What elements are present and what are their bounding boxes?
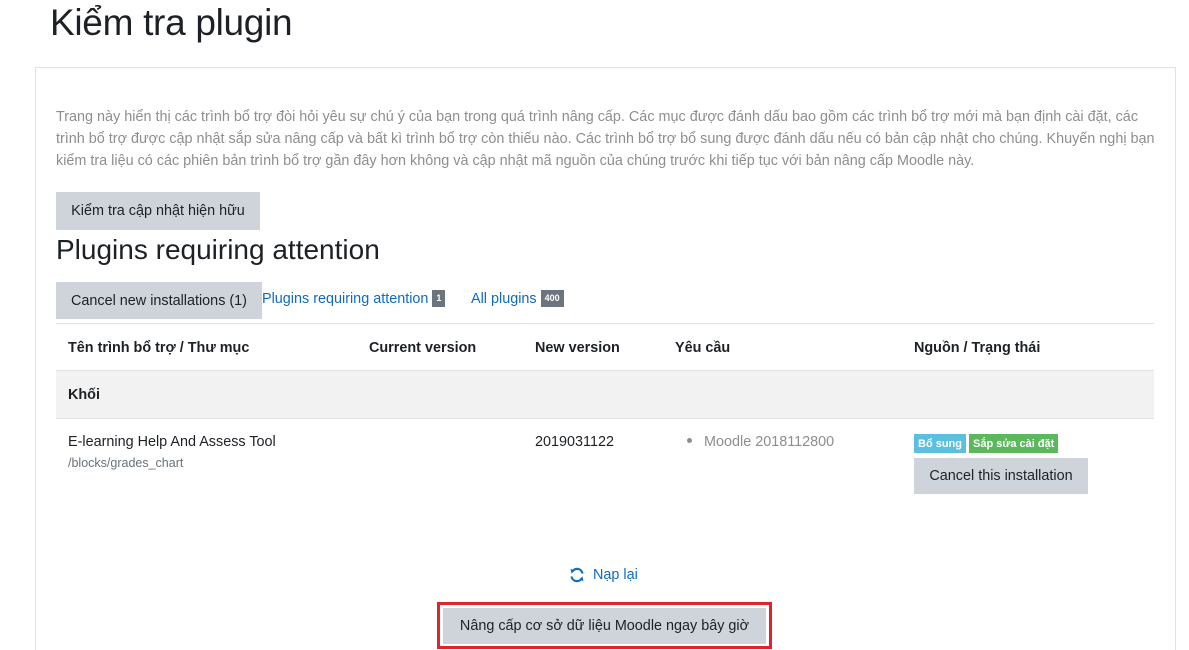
status-badge-additional: Bổ sung [914,434,966,453]
column-header-new-version: New version [535,340,620,356]
reload-link[interactable]: Nạp lại [569,567,638,583]
intro-text: Trang này hiển thị các trình bổ trợ đòi … [56,109,1155,169]
plugin-type-label: Khối [68,387,100,403]
page-title: Kiểm tra plugin [50,2,293,43]
plugin-name: E-learning Help And Assess Tool [68,434,276,450]
filter-all-plugins-link[interactable]: All plugins 400 [471,290,564,307]
upgrade-database-button[interactable]: Nâng cấp cơ sở dữ liệu Moodle ngay bây g… [443,608,766,644]
count-badge: 1 [432,290,446,307]
plugin-type-group-row: Khối [56,371,1154,419]
section-title: Plugins requiring attention [56,234,380,265]
filter-label: All plugins [471,290,537,307]
filter-label: Plugins requiring attention [262,290,429,307]
refresh-icon [570,567,584,583]
requirement-text: Moodle 2018112800 [704,434,835,450]
column-header-current-version: Current version [369,340,477,356]
bullet-icon [687,437,692,443]
check-updates-button[interactable]: Kiểm tra cập nhật hiện hữu [56,192,260,230]
table-header-row: Tên trình bổ trợ / Thư mục Current versi… [56,323,1154,371]
new-version: 2019031122 [535,434,614,450]
column-header-name: Tên trình bổ trợ / Thư mục [68,340,250,356]
column-header-source-status: Nguồn / Trạng thái [914,340,1041,356]
status-badge-to-install: Sắp sửa cài đặt [969,434,1059,453]
cancel-new-installations-button[interactable]: Cancel new installations (1) [56,282,262,319]
cancel-installation-button[interactable]: Cancel this installation [914,458,1088,494]
column-header-requirements: Yêu cầu [675,340,731,356]
filter-requiring-attention-link[interactable]: Plugins requiring attention 1 [262,290,446,307]
requirement-item: Moodle 2018112800 [687,434,834,450]
plugin-directory: /blocks/grades_chart [68,456,184,470]
reload-label: Nạp lại [593,567,638,583]
count-badge: 400 [540,290,564,307]
